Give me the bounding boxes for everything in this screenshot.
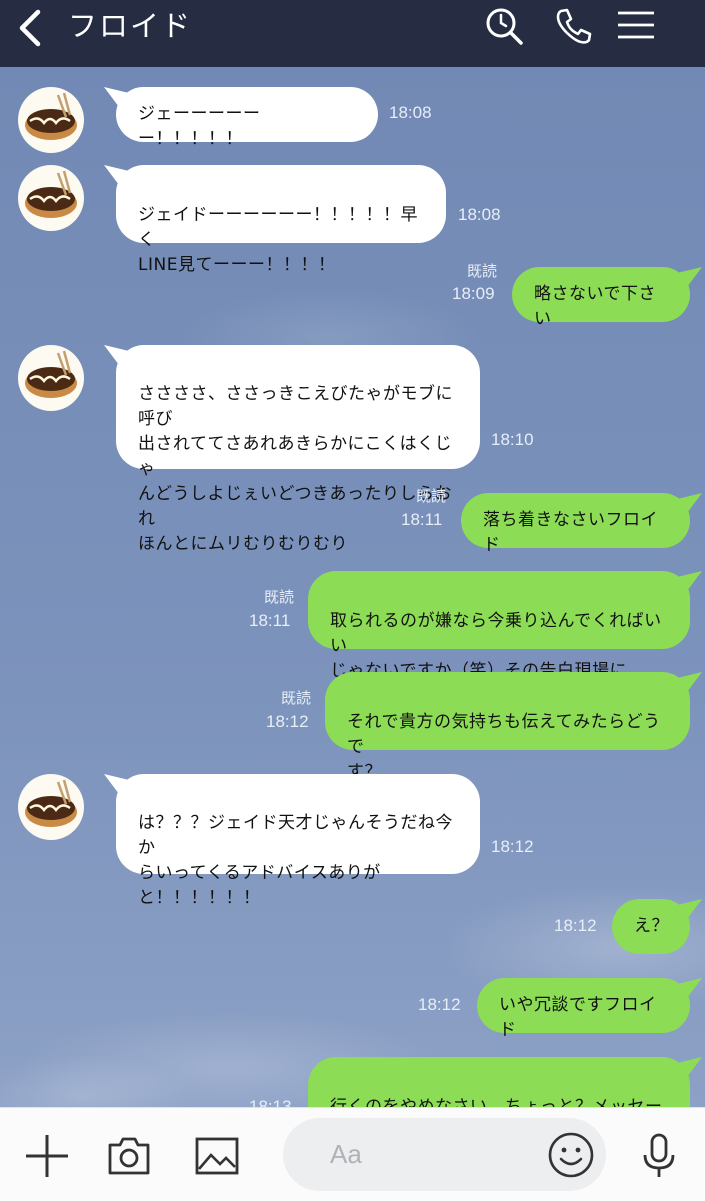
message-text: いや冗談ですフロイド: [499, 995, 657, 1040]
message-text: ジェイドーーーーーー！！！！！早く LINE見てーーー！！！！: [138, 205, 418, 275]
message-bubble[interactable]: 略さないで下さい: [512, 267, 690, 329]
message-text: それで貴方の気持ちも伝えてみたらどうで す？: [347, 712, 661, 782]
message-time: 18:08: [389, 103, 432, 122]
message-bubble[interactable]: え？: [612, 899, 690, 954]
chat-area[interactable]: ジェーーーーーー！！！！！ 18:08 ジェイドーーーーーー！！！！！早く LI…: [0, 67, 705, 1107]
message-bubble[interactable]: は？？？ジェイド天才じゃんそうだね今か らいってくるアドバイスありが と！！！！…: [116, 774, 480, 908]
message-time: 18:08: [458, 205, 501, 224]
takoyaki-avatar-icon: [25, 779, 77, 827]
message-text: は？？？ジェイド天才じゃんそうだね今か らいってくるアドバイスありが と！！！！…: [138, 813, 453, 908]
message-time: 18:11: [249, 611, 291, 630]
avatar[interactable]: [18, 87, 84, 153]
camera-icon[interactable]: [106, 1133, 152, 1179]
plus-icon[interactable]: [24, 1133, 70, 1179]
chat-title: フロイド: [68, 9, 193, 43]
read-receipt: 既読: [467, 262, 498, 280]
message-bubble[interactable]: ジェーーーーーー！！！！！: [116, 87, 378, 149]
message-bubble[interactable]: ささささ、ささっきこえびたゃがモブに呼び 出されててさあれあきらかにこくはくじゃ…: [116, 345, 480, 554]
message-time: 18:12: [418, 995, 461, 1014]
message-bubble[interactable]: ジェイドーーーーーー！！！！！早く LINE見てーーー！！！！: [116, 165, 446, 275]
message-bubble[interactable]: それで貴方の気持ちも伝えてみたらどうで す？: [325, 672, 690, 782]
avatar[interactable]: [18, 165, 84, 231]
takoyaki-avatar-icon: [25, 170, 77, 218]
phone-icon[interactable]: [553, 6, 593, 46]
message-time: 18:12: [266, 712, 309, 731]
message-text: 行くのをやめなさい、ちょっと？メッセージ 見て下さいよ: [330, 1097, 663, 1107]
message-time: 18:10: [491, 430, 534, 449]
avatar[interactable]: [18, 774, 84, 840]
message-input[interactable]: Aa: [283, 1118, 606, 1191]
message-bubble[interactable]: いや冗談ですフロイド: [477, 978, 690, 1040]
takoyaki-avatar-icon: [25, 350, 77, 398]
message-time: 18:11: [401, 510, 443, 529]
read-receipt: 既読: [416, 487, 447, 505]
message-bubble[interactable]: 取られるのが嫌なら今乗り込んでくればいい じゃないですか（笑）その告白現場に（笑…: [308, 571, 690, 706]
chevron-left-icon[interactable]: [16, 8, 46, 48]
message-text: 落ち着きなさいフロイド: [483, 510, 658, 555]
message-time: 18:09: [452, 284, 495, 303]
message-time: 18:12: [554, 916, 597, 935]
message-bubble[interactable]: 落ち着きなさいフロイド: [461, 493, 690, 555]
image-icon[interactable]: [194, 1133, 240, 1179]
read-receipt: 既読: [264, 588, 295, 606]
message-bubble[interactable]: 行くのをやめなさい、ちょっと？メッセージ 見て下さいよ: [308, 1057, 690, 1107]
chat-header: フロイド: [0, 0, 705, 67]
input-placeholder: Aa: [330, 1139, 362, 1169]
hamburger-menu-icon[interactable]: [616, 6, 656, 46]
message-text: ジェーーーーーー！！！！！: [138, 104, 261, 149]
message-time: 18:12: [491, 837, 534, 856]
search-clock-icon[interactable]: [484, 6, 524, 46]
avatar[interactable]: [18, 345, 84, 411]
message-input-bar: Aa: [0, 1107, 705, 1201]
takoyaki-avatar-icon: [25, 92, 77, 140]
read-receipt: 既読: [281, 689, 312, 707]
microphone-icon[interactable]: [636, 1133, 682, 1179]
emoji-icon[interactable]: [547, 1131, 595, 1179]
message-text: 略さないで下さい: [534, 284, 656, 329]
message-time: 18:13: [249, 1097, 292, 1107]
message-text: え？: [634, 916, 669, 936]
